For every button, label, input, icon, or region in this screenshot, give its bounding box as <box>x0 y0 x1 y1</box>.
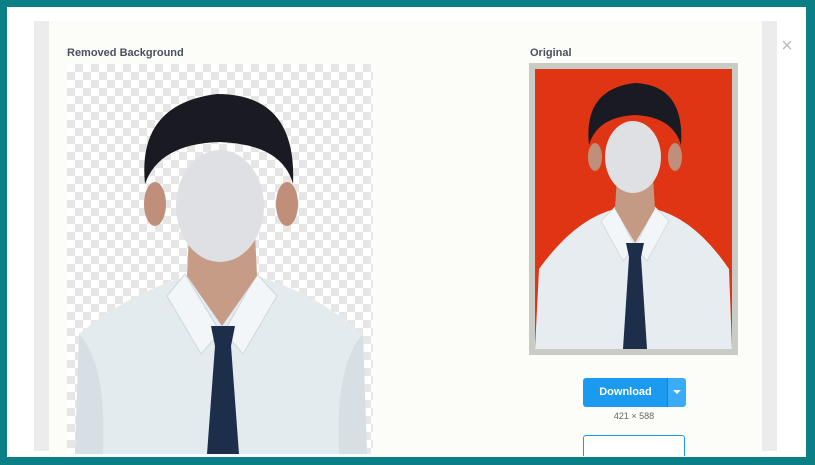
close-icon[interactable]: × <box>778 36 796 56</box>
image-dimensions: 421 × 588 <box>613 411 655 421</box>
removed-background-preview <box>67 64 373 454</box>
original-image-frame <box>529 63 738 355</box>
original-person-image <box>535 83 732 349</box>
app-window: Removed Background Original × Download 4… <box>7 7 806 457</box>
secondary-button[interactable] <box>583 435 685 456</box>
original-photo <box>535 69 732 349</box>
removed-background-heading: Removed Background <box>67 47 184 59</box>
right-scroll-gutter <box>762 21 777 451</box>
left-scroll-gutter <box>34 21 49 451</box>
person-cutout-image <box>75 94 367 454</box>
original-heading: Original <box>530 47 572 59</box>
caret-down-icon[interactable] <box>667 378 686 407</box>
download-button[interactable]: Download <box>583 378 668 407</box>
